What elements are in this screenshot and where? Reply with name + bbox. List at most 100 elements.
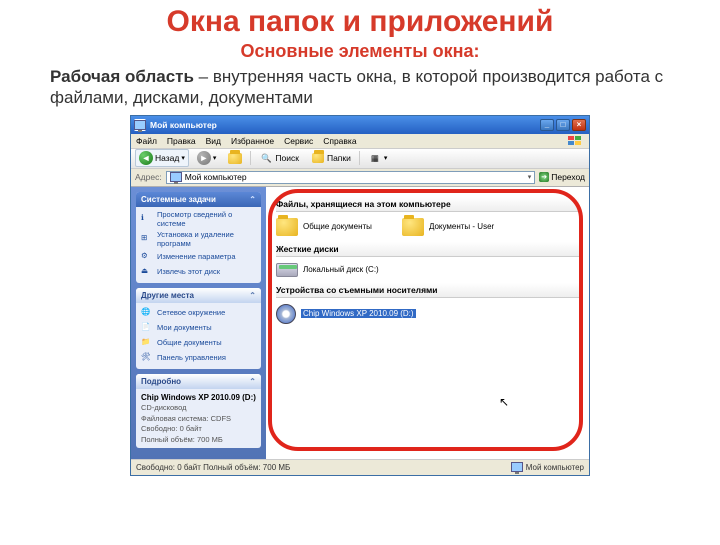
item-label: Chip Windows XP 2010.09 (D:): [301, 309, 416, 318]
system-task-link[interactable]: ℹ Просмотр сведений о системе: [141, 210, 256, 230]
docs-icon: 📄: [141, 323, 153, 335]
cd-icon: [276, 304, 296, 324]
system-tasks-panel: Системные задачи ⌃ ℹ Просмотр сведений о …: [136, 192, 261, 284]
forward-button[interactable]: ► ▾: [193, 149, 221, 167]
details-free: Свободно: 0 байт: [141, 424, 256, 435]
install-icon: ⊞: [141, 234, 153, 246]
desc-term: Рабочая область: [50, 67, 194, 86]
drive-item[interactable]: Локальный диск (C:): [276, 263, 379, 277]
side-panel: Системные задачи ⌃ ℹ Просмотр сведений о …: [131, 187, 266, 459]
status-bar: Свободно: 0 байт Полный объём: 700 МБ Мо…: [131, 459, 589, 475]
details-total: Полный объём: 700 МБ: [141, 435, 256, 446]
drive-item[interactable]: Chip Windows XP 2010.09 (D:): [276, 304, 416, 324]
link-text: Мои документы: [157, 324, 212, 333]
panel-title-text: Подробно: [141, 377, 181, 386]
link-text: Панель управления: [157, 354, 226, 363]
windows-logo-icon: [566, 134, 584, 147]
content-pane[interactable]: Файлы, хранящиеся на этом компьютере Общ…: [266, 187, 589, 459]
status-left: Свободно: 0 байт Полный объём: 700 МБ: [136, 463, 290, 472]
search-label: Поиск: [275, 153, 299, 163]
settings-icon: ⚙: [141, 252, 153, 264]
system-task-link[interactable]: ⊞ Установка и удаление программ: [141, 230, 256, 250]
folder-up-icon: [228, 151, 242, 165]
system-task-link[interactable]: ⏏ Извлечь этот диск: [141, 265, 256, 280]
up-button[interactable]: [224, 149, 246, 167]
chevron-down-icon: ▾: [384, 154, 388, 162]
slide-subtitle: Основные элементы окна:: [0, 41, 720, 62]
other-places-panel: Другие места ⌃ 🌐 Сетевое окружение 📄 Мои д…: [136, 288, 261, 369]
folders-icon: [311, 151, 325, 165]
system-task-link[interactable]: ⚙ Изменение параметра: [141, 250, 256, 265]
menu-file[interactable]: Файл: [136, 136, 157, 146]
place-link[interactable]: 📁 Общие документы: [141, 336, 256, 351]
folder-item[interactable]: Документы - User: [402, 218, 494, 236]
menu-fav[interactable]: Избранное: [231, 136, 274, 146]
network-icon: 🌐: [141, 308, 153, 320]
address-bar: Адрес: Мой компьютер ▾ ➔ Переход: [131, 169, 589, 187]
forward-icon: ►: [197, 151, 211, 165]
details-name: Chip Windows XP 2010.09 (D:): [141, 392, 256, 403]
collapse-icon: ⌃: [249, 377, 256, 386]
chevron-down-icon: ▾: [213, 154, 217, 162]
details-type: CD-дисковод: [141, 403, 256, 414]
folders-label: Папки: [327, 153, 351, 163]
panel-title[interactable]: Подробно ⌃: [136, 374, 261, 389]
menu-bar: Файл Правка Вид Избранное Сервис Справка: [131, 134, 589, 149]
item-label: Общие документы: [303, 222, 372, 231]
place-link[interactable]: 📄 Мои документы: [141, 321, 256, 336]
address-label: Адрес:: [135, 172, 162, 182]
close-button[interactable]: ×: [572, 119, 586, 131]
cursor-icon: ↖: [499, 395, 509, 409]
details-panel: Подробно ⌃ Chip Windows XP 2010.09 (D:) …: [136, 374, 261, 448]
shared-icon: 📁: [141, 338, 153, 350]
address-field[interactable]: Мой компьютер ▾: [166, 171, 536, 184]
go-button[interactable]: ➔ Переход: [539, 172, 585, 182]
chevron-down-icon: ▾: [528, 173, 532, 181]
separator: [250, 151, 251, 165]
folders-button[interactable]: Папки: [307, 149, 355, 167]
panel-title[interactable]: Другие места ⌃: [136, 288, 261, 303]
item-label: Документы - User: [429, 222, 494, 231]
collapse-icon: ⌃: [249, 195, 256, 204]
computer-icon: [170, 172, 182, 182]
explorer-window: Мой компьютер _ □ × Файл Правка Вид Избр…: [130, 115, 590, 476]
back-label: Назад: [155, 153, 179, 163]
views-icon: ▦: [368, 151, 382, 165]
link-text: Общие документы: [157, 339, 222, 348]
address-value: Мой компьютер: [185, 172, 247, 182]
slide-description: Рабочая область – внутренняя часть окна,…: [50, 66, 670, 109]
panel-title-text: Системные задачи: [141, 195, 216, 204]
search-icon: 🔍: [259, 151, 273, 165]
place-link[interactable]: 🛠Панель управления: [141, 351, 256, 366]
link-text: Сетевое окружение: [157, 309, 225, 318]
maximize-button[interactable]: □: [556, 119, 570, 131]
folder-item[interactable]: Общие документы: [276, 218, 372, 236]
titlebar[interactable]: Мой компьютер _ □ ×: [131, 116, 589, 134]
slide-title: Окна папок и приложений: [0, 5, 720, 39]
search-button[interactable]: 🔍 Поиск: [255, 149, 303, 167]
item-label: Локальный диск (C:): [303, 265, 379, 274]
menu-edit[interactable]: Правка: [167, 136, 196, 146]
link-text: Извлечь этот диск: [157, 268, 220, 277]
panel-title[interactable]: Системные задачи ⌃: [136, 192, 261, 207]
window-body: Системные задачи ⌃ ℹ Просмотр сведений о …: [131, 187, 589, 459]
window-icon: [134, 119, 146, 131]
menu-help[interactable]: Справка: [323, 136, 356, 146]
link-text: Изменение параметра: [157, 253, 236, 262]
go-label: Переход: [551, 172, 585, 182]
back-button[interactable]: ◄ Назад ▾: [135, 149, 189, 167]
section-header: Устройства со съемными носителями: [276, 283, 579, 298]
window-title: Мой компьютер: [150, 120, 540, 130]
eject-icon: ⏏: [141, 267, 153, 279]
place-link[interactable]: 🌐 Сетевое окружение: [141, 306, 256, 321]
menu-view[interactable]: Вид: [206, 136, 221, 146]
menu-tools[interactable]: Сервис: [284, 136, 313, 146]
link-text: Установка и удаление программ: [157, 231, 256, 248]
panel-title-text: Другие места: [141, 291, 194, 300]
link-text: Просмотр сведений о системе: [157, 211, 256, 228]
hdd-icon: [276, 263, 298, 277]
views-button[interactable]: ▦ ▾: [364, 149, 392, 167]
collapse-icon: ⌃: [249, 291, 256, 300]
info-icon: ℹ: [141, 214, 153, 226]
minimize-button[interactable]: _: [540, 119, 554, 131]
